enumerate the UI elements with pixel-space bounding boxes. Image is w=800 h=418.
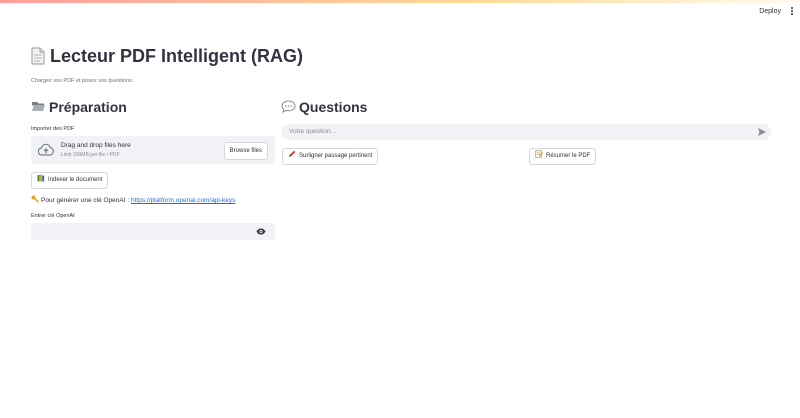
dropzone-hint: Limit 200MB per file • PDF: [61, 152, 120, 158]
memo-icon: [535, 150, 543, 158]
highlight-passage-label: Surligner passage pertinent: [299, 153, 373, 159]
top-decoration-bar: [0, 0, 800, 3]
api-key-hint-text: Pour générer une clé OpenAI :: [41, 197, 131, 204]
preparation-heading-text: Préparation: [49, 99, 127, 115]
questions-heading-text: Questions: [299, 99, 368, 115]
upload-label: Importer des PDF: [31, 126, 75, 132]
questions-heading: Questions: [281, 99, 367, 115]
api-key-input-label: Entrer clé OpenAI: [31, 213, 75, 219]
page-title-text: Lecteur PDF Intelligent (RAG): [50, 46, 304, 66]
preparation-heading: Préparation: [31, 99, 127, 115]
api-key-hint: Pour générer une clé OpenAI : https://pl…: [31, 195, 235, 204]
chat-input[interactable]: Votre question…: [281, 124, 771, 140]
send-icon[interactable]: [757, 127, 767, 137]
key-icon: [31, 195, 39, 203]
eye-icon[interactable]: [256, 228, 266, 235]
speech-bubble-icon: [281, 100, 296, 113]
index-document-label: Indexer le document: [48, 177, 103, 183]
file-dropzone[interactable]: Drag and drop files here Limit 200MB per…: [31, 136, 275, 164]
page-subtitle: Chargez vos PDF et posez vos questions.: [31, 78, 134, 84]
books-icon: [37, 174, 45, 182]
openai-api-keys-link[interactable]: https://platform.openai.com/api-keys: [131, 197, 235, 204]
page-title: Lecteur PDF Intelligent (RAG): [31, 46, 303, 67]
summarize-pdf-label: Résumer le PDF: [546, 153, 591, 159]
cloud-upload-icon: [38, 143, 54, 156]
chat-input-placeholder: Votre question…: [289, 128, 338, 135]
highlight-passage-button[interactable]: Surligner passage pertinent: [282, 148, 379, 165]
summarize-pdf-button[interactable]: Résumer le PDF: [529, 148, 597, 165]
browse-files-button[interactable]: Browse files: [223, 142, 268, 160]
deploy-button[interactable]: Deploy: [759, 8, 781, 15]
dropzone-title: Drag and drop files here: [61, 142, 131, 149]
api-key-input[interactable]: [31, 223, 275, 240]
document-icon: [31, 47, 45, 65]
highlighter-icon: [289, 150, 296, 157]
folder-open-icon: [32, 102, 45, 111]
index-document-button[interactable]: Indexer le document: [31, 172, 109, 189]
kebab-menu-icon[interactable]: [790, 7, 794, 17]
